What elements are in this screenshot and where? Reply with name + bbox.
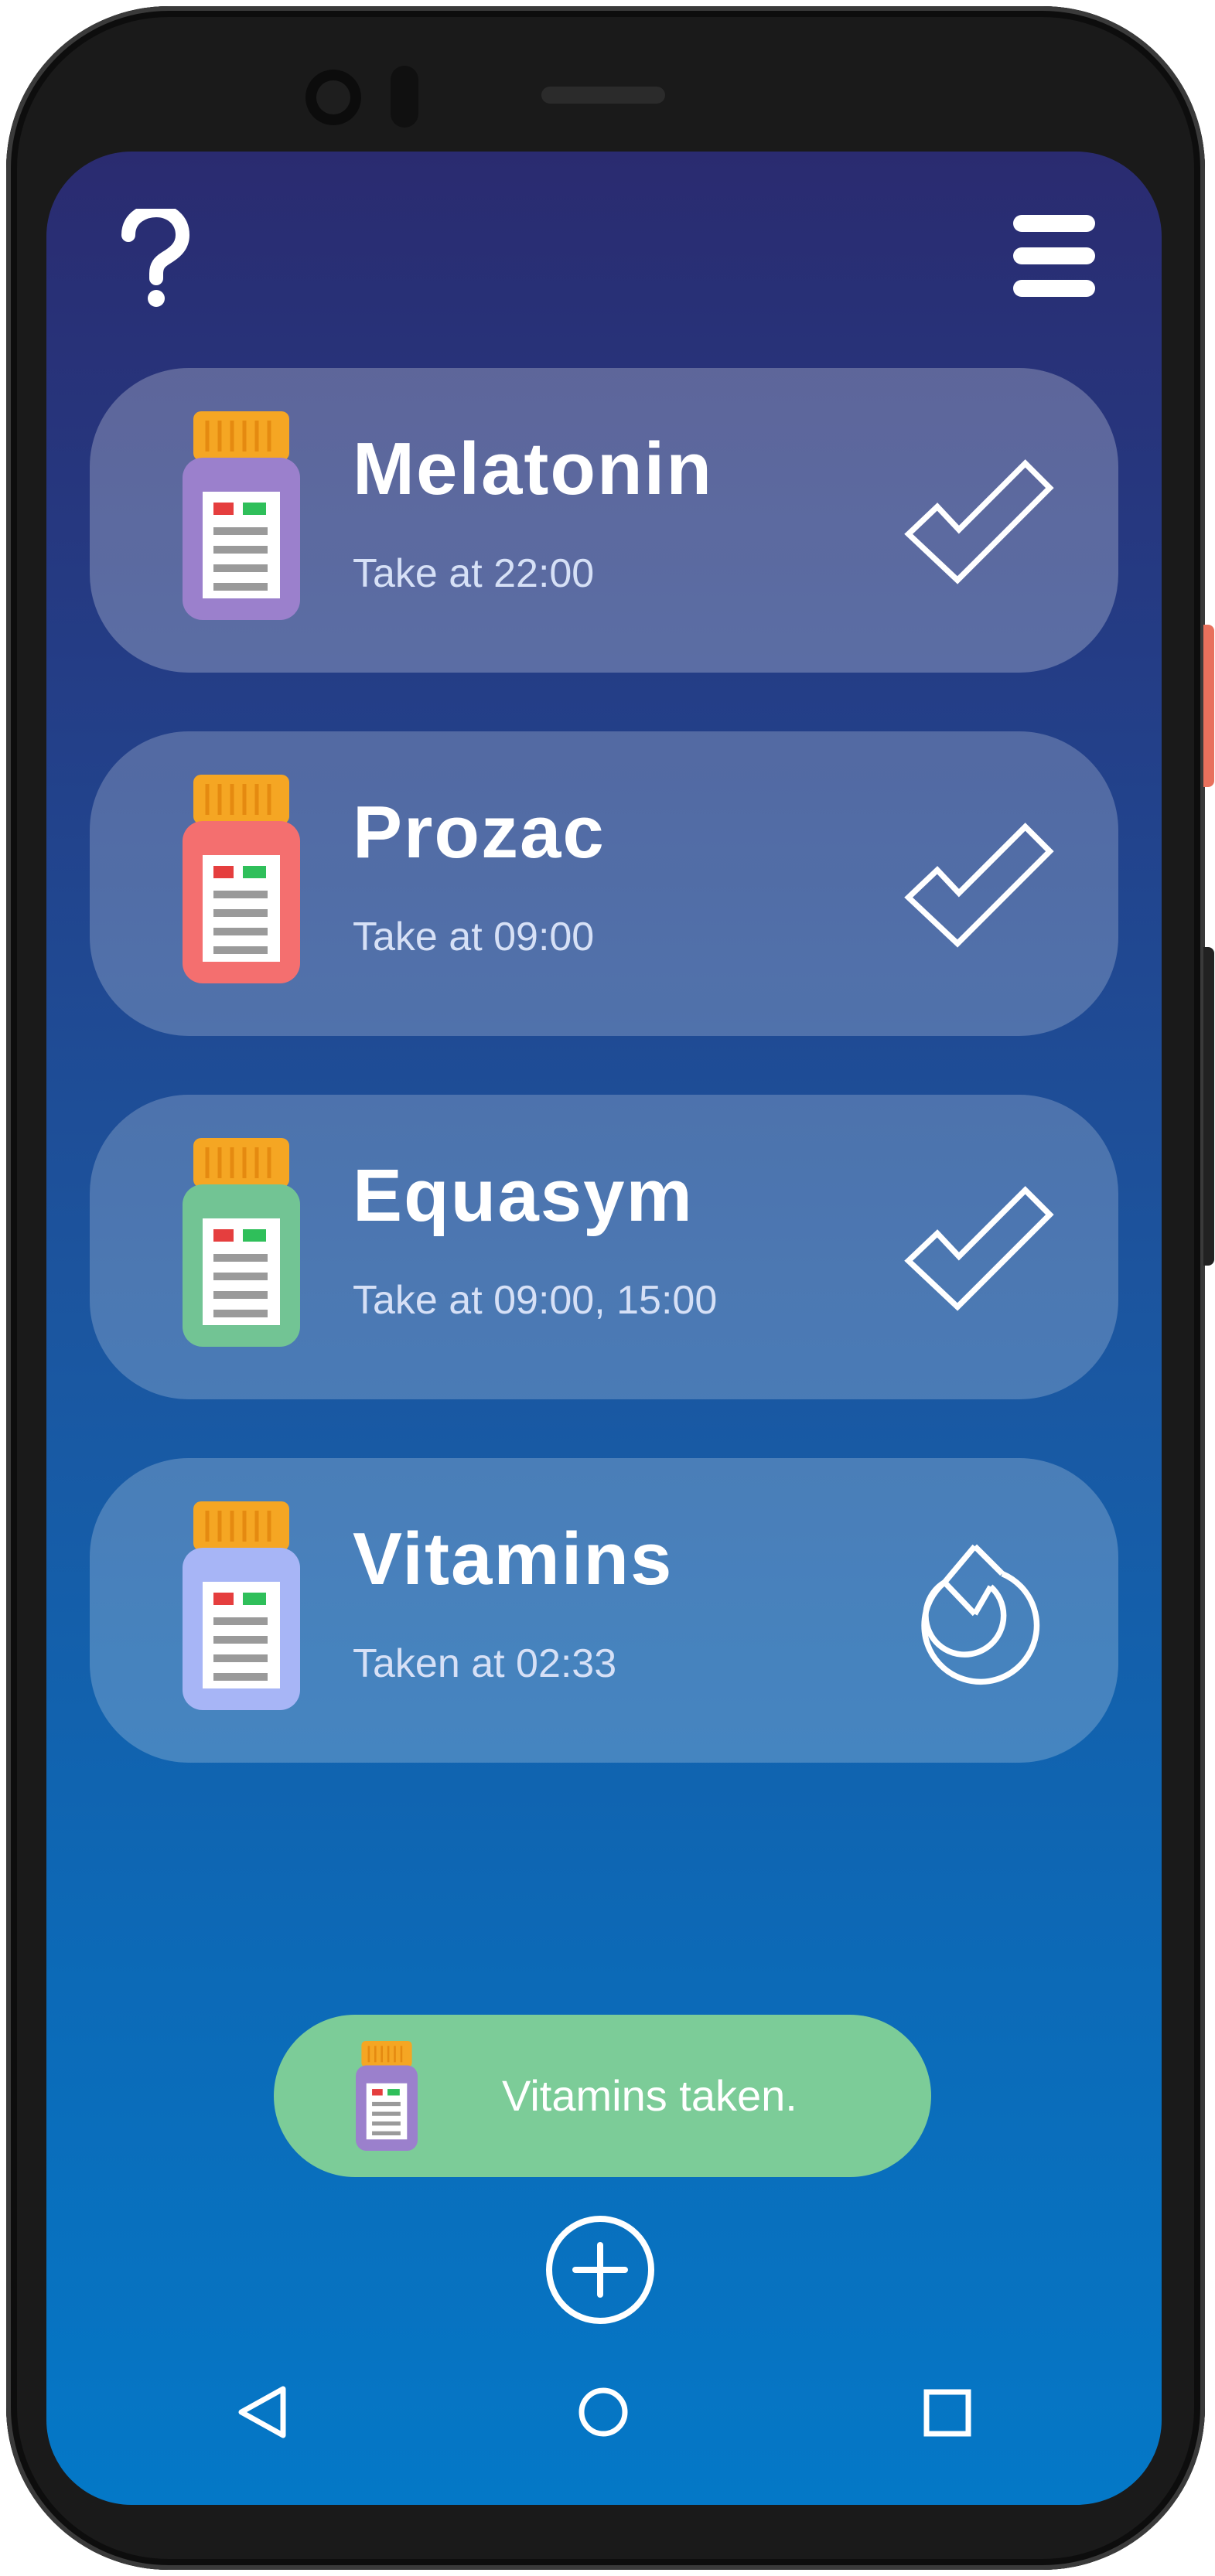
toast-message: Vitamins taken. — [502, 2071, 797, 2120]
medication-name: Melatonin — [353, 428, 713, 510]
checkmark-icon — [904, 1186, 1054, 1311]
mark-taken-button[interactable] — [894, 1163, 1064, 1333]
undo-icon — [921, 1544, 1040, 1685]
medication-schedule: Take at 09:00 — [353, 915, 595, 959]
pill-bottle-icon — [183, 1501, 300, 1710]
recents-square-icon — [923, 2389, 971, 2437]
checkmark-icon — [904, 823, 1054, 948]
nav-home-button[interactable] — [572, 2381, 634, 2443]
pill-bottle-icon — [183, 411, 300, 620]
undo-button[interactable] — [894, 1526, 1064, 1696]
medication-name: Prozac — [353, 791, 606, 874]
medication-name: Equasym — [353, 1154, 694, 1237]
add-medication-button[interactable] — [544, 2214, 656, 2326]
home-circle-icon — [578, 2387, 628, 2437]
earpiece-speaker — [541, 87, 665, 104]
nav-recents-button[interactable] — [920, 2386, 974, 2440]
medication-card[interactable]: Equasym Take at 09:00, 15:00 — [90, 1095, 1118, 1399]
pill-bottle-icon — [183, 775, 300, 983]
power-button — [1203, 625, 1214, 787]
medication-card[interactable]: Vitamins Taken at 02:33 — [90, 1458, 1118, 1763]
app-screen: Melatonin Take at 22:00 Prozac Take at 0… — [46, 152, 1162, 2505]
medication-name: Vitamins — [353, 1518, 674, 1600]
pill-bottle-icon — [183, 1138, 300, 1347]
plus-circle-icon — [546, 2216, 654, 2324]
front-camera — [305, 70, 361, 125]
mark-taken-button[interactable] — [894, 799, 1064, 969]
medication-schedule: Take at 22:00 — [353, 551, 595, 596]
medication-card[interactable]: Prozac Take at 09:00 — [90, 731, 1118, 1036]
question-mark-icon — [121, 203, 190, 307]
proximity-sensor — [391, 66, 418, 128]
medication-schedule: Taken at 02:33 — [353, 1641, 617, 1686]
menu-button[interactable] — [1013, 215, 1098, 300]
help-button[interactable] — [114, 203, 192, 309]
mark-taken-button[interactable] — [894, 436, 1064, 606]
back-triangle-icon — [238, 2386, 286, 2438]
system-navigation-bar — [46, 2363, 1162, 2479]
medication-schedule: Take at 09:00, 15:00 — [353, 1278, 718, 1323]
pill-bottle-icon — [356, 2041, 418, 2151]
medication-card[interactable]: Melatonin Take at 22:00 — [90, 368, 1118, 673]
checkmark-icon — [904, 459, 1054, 584]
nav-back-button[interactable] — [232, 2381, 294, 2443]
volume-button — [1203, 947, 1214, 1266]
toast-notification: Vitamins taken. — [274, 2015, 931, 2177]
